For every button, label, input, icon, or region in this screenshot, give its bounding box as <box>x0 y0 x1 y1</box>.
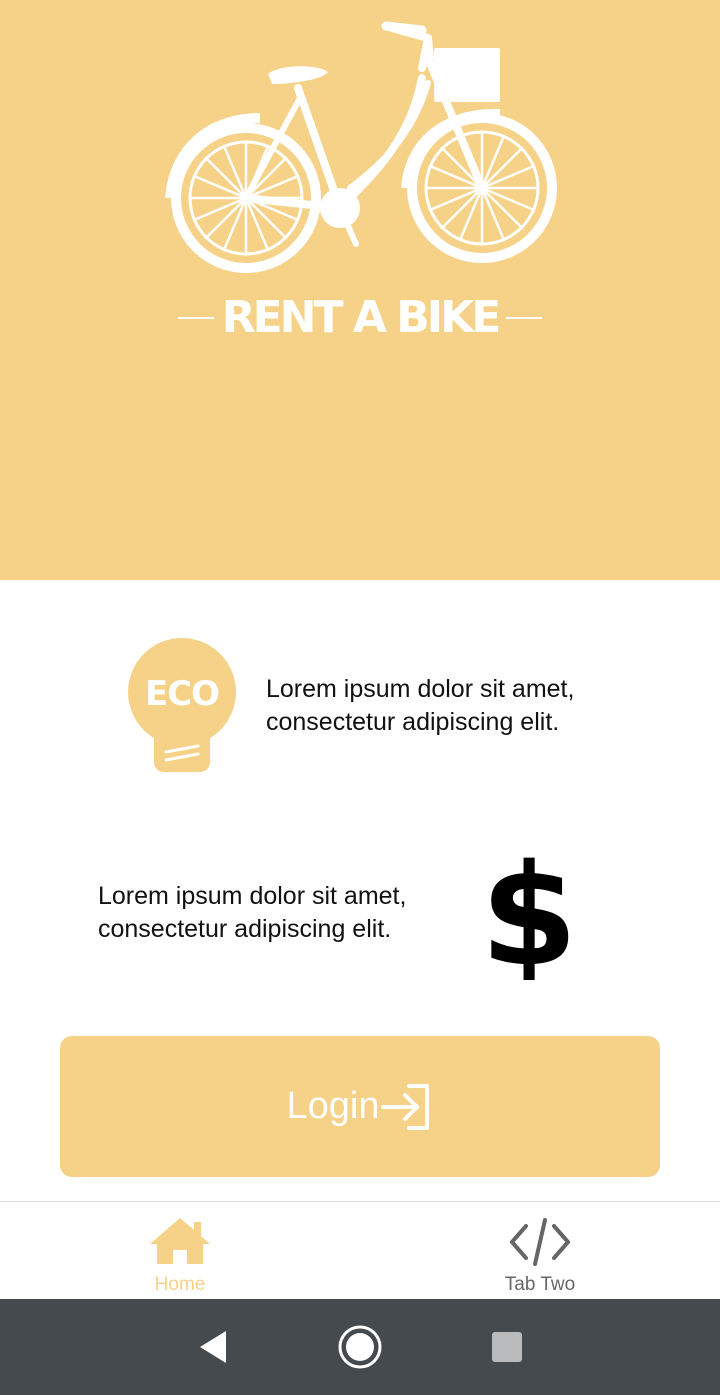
hero-banner: RENT A BIKE <box>0 0 720 580</box>
brand-divider-right <box>506 317 543 319</box>
nav-recents-button[interactable] <box>477 1317 537 1377</box>
brand-divider-left <box>177 317 214 319</box>
nav-back-button[interactable] <box>183 1317 243 1377</box>
login-button-label: Login <box>286 1085 380 1127</box>
feature-eco-text: Lorem ipsum dolor sit amet, consectetur … <box>266 675 575 736</box>
login-arrow-icon <box>381 1083 430 1130</box>
brand-title-row: RENT A BIKE <box>0 288 720 348</box>
tab-home[interactable]: Home <box>0 1202 360 1300</box>
tab-two-label: Tab Two <box>504 1274 576 1295</box>
recents-square-icon <box>491 1332 522 1362</box>
dollar-icon: $ <box>484 846 574 980</box>
bottom-tab-bar: Home Tab Two <box>0 1201 720 1299</box>
feature-price: Lorem ipsum dolor sit amet, consectetur … <box>98 846 598 980</box>
app-screen: RENT A BIKE ECO Lorem ipsum dolor sit am… <box>0 0 720 1395</box>
feature-eco: ECO Lorem ipsum dolor sit amet, consecte… <box>126 636 646 776</box>
feature-price-text: Lorem ipsum dolor sit amet, consectetur … <box>98 882 407 943</box>
tab-two[interactable]: Tab Two <box>360 1202 720 1300</box>
home-icon <box>150 1218 210 1264</box>
bicycle-icon <box>165 21 557 273</box>
system-navigation-bar <box>0 1299 720 1395</box>
eco-bulb-icon: ECO <box>128 638 236 772</box>
tab-home-label: Home <box>154 1274 206 1295</box>
back-triangle-icon <box>200 1331 227 1363</box>
login-button[interactable]: Login <box>60 1036 660 1177</box>
svg-text:$: $ <box>484 846 574 980</box>
eco-badge-text: ECO <box>145 674 219 714</box>
code-icon <box>510 1218 570 1266</box>
nav-home-button[interactable] <box>330 1317 390 1377</box>
brand-title: RENT A BIKE <box>221 292 502 343</box>
home-circle-icon <box>338 1325 382 1369</box>
